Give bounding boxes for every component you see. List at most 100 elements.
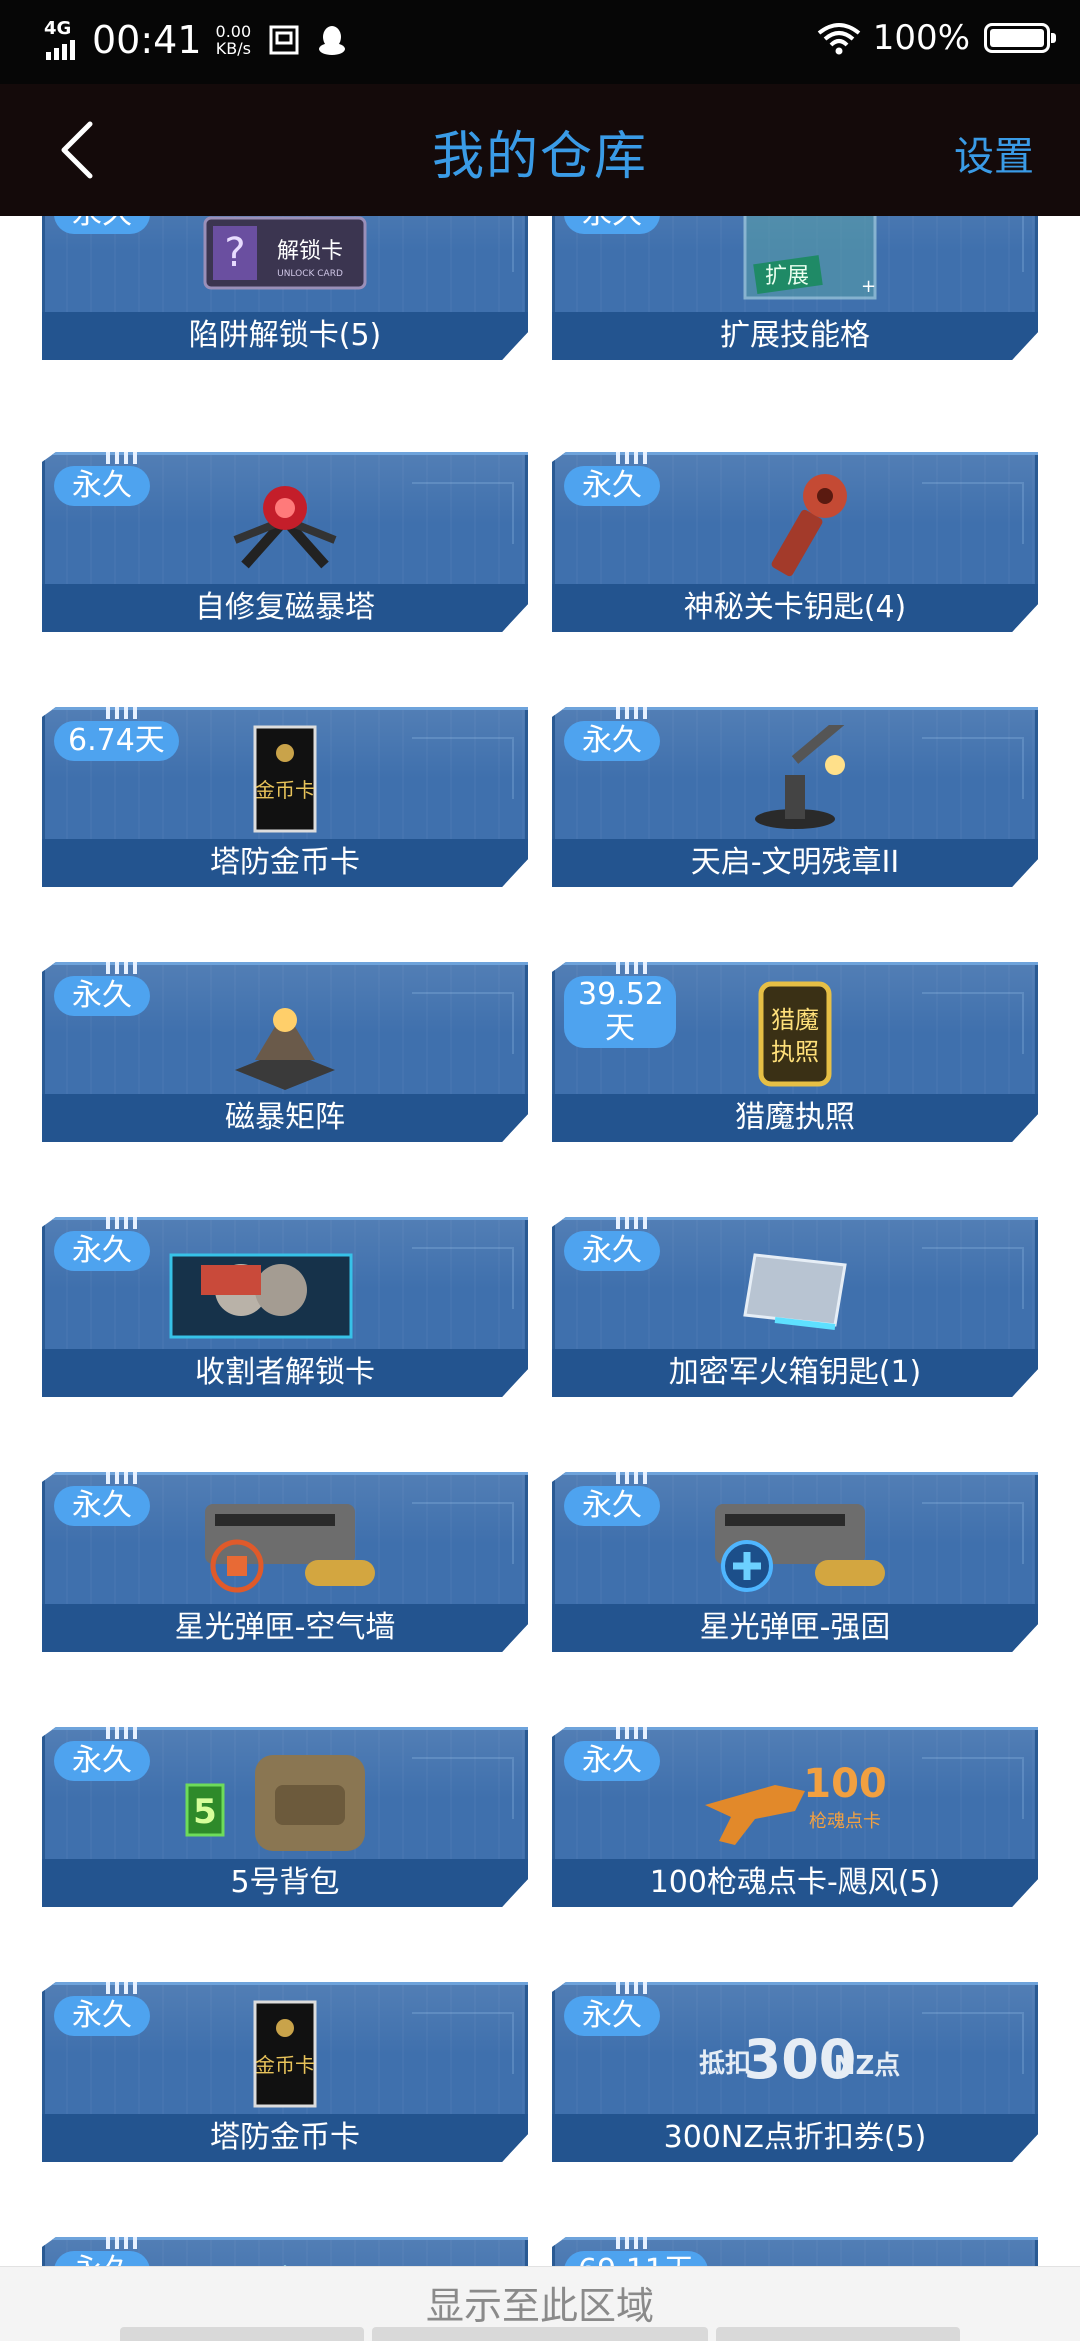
key-icon xyxy=(695,470,895,580)
svg-text:UNLOCK CARD: UNLOCK CARD xyxy=(277,269,343,279)
tesla-tower-icon xyxy=(185,470,385,580)
display-area-label: 显示至此区域 xyxy=(425,2284,654,2328)
duration-badge: 永久 xyxy=(54,1231,150,1271)
item-name: 陷阱解锁卡(5) xyxy=(42,312,528,360)
item-name: 100枪魂点卡-飓风(5) xyxy=(552,1859,1038,1907)
svg-text:金币卡: 金币卡 xyxy=(255,2053,315,2077)
item-card[interactable]: 永久 自修复磁暴塔 xyxy=(42,452,528,632)
battery-percent: 100% xyxy=(872,18,970,58)
duration-badge: 永久 xyxy=(564,216,660,234)
battery-icon xyxy=(984,23,1056,53)
item-card[interactable]: 金币卡 永久 塔防金币卡 xyxy=(42,1982,528,2162)
item-card[interactable]: ? 解锁卡 UNLOCK CARD 永久 陷阱解锁卡(5) xyxy=(42,216,528,360)
duration-badge: 永久 xyxy=(54,976,150,1016)
svg-text:100: 100 xyxy=(803,1761,887,1807)
duration-badge: 永久 xyxy=(54,2251,150,2266)
qq-icon xyxy=(319,26,346,55)
item-card[interactable]: 永久 星光弹匣-强固 xyxy=(552,1472,1038,1652)
status-left: 4G 00:41 0.00 KB/s xyxy=(44,18,363,62)
item-card[interactable]: 猎魔 执照 39.52天 猎魔执照 xyxy=(552,962,1038,1142)
speed-unit: KB/s xyxy=(215,39,251,58)
wifi-icon xyxy=(817,23,861,55)
svg-text:金币卡: 金币卡 xyxy=(255,778,315,802)
item-name: 磁暴矩阵 xyxy=(42,1094,528,1142)
item-name: 神秘关卡钥匙(4) xyxy=(552,584,1038,632)
backpack-icon: 5 xyxy=(185,1745,385,1855)
magazine-air-wall-icon xyxy=(185,1490,385,1600)
matrix-icon xyxy=(185,980,385,1090)
item-card[interactable]: 5 永久 5号背包 xyxy=(42,1727,528,1907)
item-card[interactable]: 永久 天启-文明残章II xyxy=(552,707,1038,887)
item-card[interactable]: 69.11天 xyxy=(552,2237,1038,2266)
item-card[interactable]: 永久 加密军火箱钥匙(1) xyxy=(552,1217,1038,1397)
item-card[interactable]: 100 枪魂点卡 永久 100枪魂点卡-飓风(5) xyxy=(552,1727,1038,1907)
duration-badge: 永久 xyxy=(564,1996,660,2036)
duration-badge: 永久 xyxy=(54,466,150,506)
item-card[interactable]: 永久 神秘关卡钥匙(4) xyxy=(552,452,1038,632)
item-name: 塔防金币卡 xyxy=(42,2114,528,2162)
card-key-icon xyxy=(695,1235,895,1345)
box-icon xyxy=(695,2255,895,2266)
cellular-signal-icon: 4G xyxy=(44,18,84,60)
item-name: 5号背包 xyxy=(42,1859,528,1907)
item-name: 星光弹匣-强固 xyxy=(552,1604,1038,1652)
network-type: 4G xyxy=(44,18,72,39)
item-card[interactable]: 抵扣 300 NZ点 永久 300NZ点折扣券(5) xyxy=(552,1982,1038,2162)
svg-text:扩展: 扩展 xyxy=(765,264,809,289)
svg-text:NZ点: NZ点 xyxy=(834,2050,901,2081)
duration-badge: 39.52天 xyxy=(564,976,676,1048)
svg-text:执照: 执照 xyxy=(771,1038,819,1066)
item-name: 猎魔执照 xyxy=(552,1094,1038,1142)
status-bar: 4G 00:41 0.00 KB/s 100% xyxy=(0,0,1080,84)
item-name: 自修复磁暴塔 xyxy=(42,584,528,632)
item-card[interactable]: 永久 星光弹匣-空气墙 xyxy=(42,1472,528,1652)
bottom-bar: 显示至此区域 xyxy=(0,2266,1080,2341)
item-card[interactable]: 永久 收割者解锁卡 xyxy=(42,1217,528,1397)
gold-card-icon: 金币卡 xyxy=(185,2000,385,2110)
gold-card-icon: 金币卡 xyxy=(185,725,385,835)
speed-value: 0.00 xyxy=(215,22,252,41)
item-name: 天启-文明残章II xyxy=(552,839,1038,887)
inventory-grid: ? 解锁卡 UNLOCK CARD 永久 陷阱解锁卡(5) 扩展 + 永久 扩展… xyxy=(0,216,1080,2266)
svg-text:?: ? xyxy=(224,230,245,276)
page-title: 我的仓库 xyxy=(431,127,648,187)
svg-text:枪魂点卡: 枪魂点卡 xyxy=(809,1811,881,1832)
duration-badge: 永久 xyxy=(564,1486,660,1526)
clock: 00:41 xyxy=(92,18,202,62)
duration-badge: 永久 xyxy=(54,216,150,234)
reaper-card-icon xyxy=(161,1235,361,1345)
nav-hint xyxy=(120,2327,364,2341)
crystal-icon xyxy=(185,2255,385,2266)
item-card[interactable]: 永久 磁暴矩阵 xyxy=(42,962,528,1142)
turret-icon xyxy=(695,725,895,835)
item-name: 扩展技能格 xyxy=(552,312,1038,360)
magazine-fortify-icon xyxy=(695,1490,895,1600)
nav-hint xyxy=(372,2327,708,2341)
duration-badge: 永久 xyxy=(564,1231,660,1271)
nav-hint xyxy=(716,2327,960,2341)
item-name: 300NZ点折扣券(5) xyxy=(552,2114,1038,2162)
duration-badge: 6.74天 xyxy=(54,721,179,761)
svg-text:5: 5 xyxy=(193,1792,217,1832)
svg-text:解锁卡: 解锁卡 xyxy=(277,239,343,264)
status-right: 100% xyxy=(817,18,1056,58)
expand-slot-icon: 扩展 + xyxy=(695,216,895,308)
item-name: 星光弹匣-空气墙 xyxy=(42,1604,528,1652)
duration-badge: 永久 xyxy=(564,721,660,761)
app-header: 我的仓库 设置 xyxy=(0,84,1080,216)
duration-badge: 永久 xyxy=(54,1996,150,2036)
item-card[interactable]: 金币卡 6.74天 塔防金币卡 xyxy=(42,707,528,887)
network-speed: 0.00 KB/s xyxy=(216,23,252,57)
gun-soul-card-icon: 100 枪魂点卡 xyxy=(675,1745,915,1855)
duration-badge: 永久 xyxy=(54,1741,150,1781)
item-card[interactable]: 永久 xyxy=(42,2237,528,2266)
license-icon: 猎魔 执照 xyxy=(695,980,895,1090)
settings-button[interactable]: 设置 xyxy=(954,124,1034,182)
item-name: 加密军火箱钥匙(1) xyxy=(552,1349,1038,1397)
unlock-card-icon: ? 解锁卡 UNLOCK CARD xyxy=(185,216,385,308)
item-card[interactable]: 扩展 + 永久 扩展技能格 xyxy=(552,216,1038,360)
duration-badge: 69.11天 xyxy=(564,2251,708,2266)
duration-badge: 永久 xyxy=(564,1741,660,1781)
item-name: 塔防金币卡 xyxy=(42,839,528,887)
duration-badge: 永久 xyxy=(564,466,660,506)
